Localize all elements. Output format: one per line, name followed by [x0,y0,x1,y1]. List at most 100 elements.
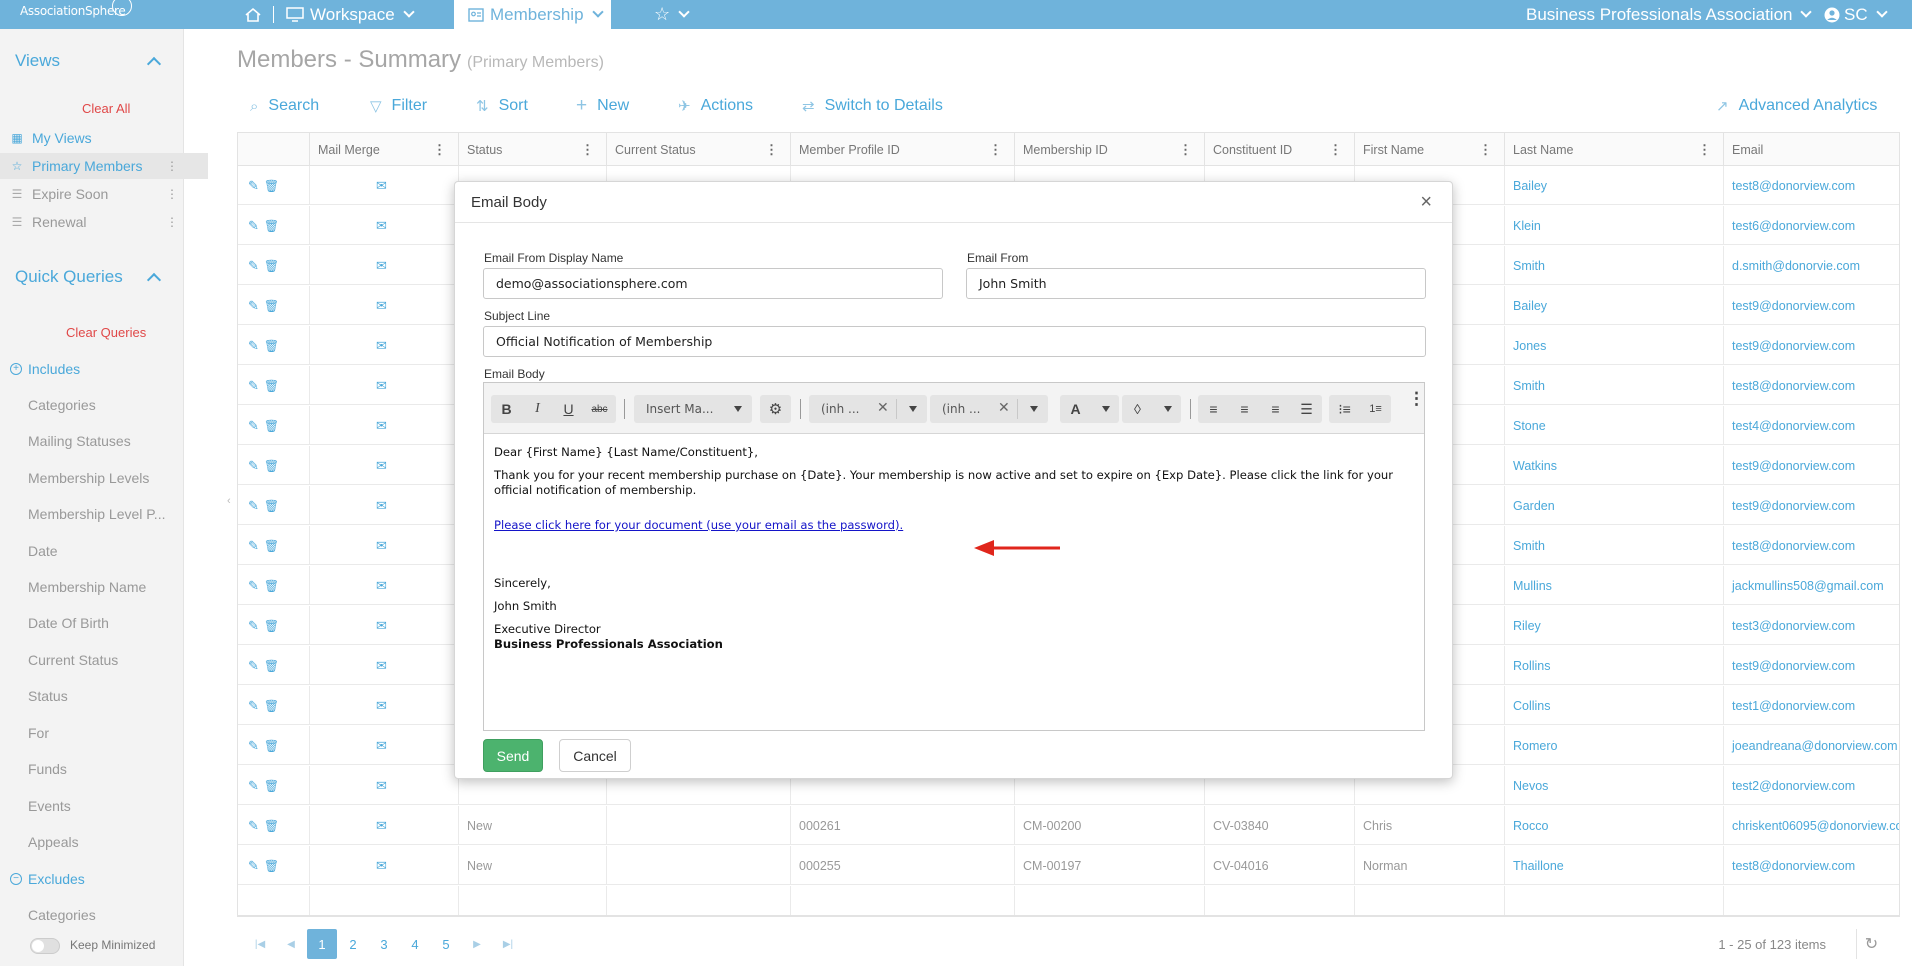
page-button-4[interactable]: 4 [400,929,430,959]
clear-icon[interactable]: ✕ [877,400,889,416]
edit-icon[interactable]: ✎ [248,738,259,754]
edit-icon[interactable]: ✎ [248,458,259,474]
cell-last[interactable]: Rollins [1513,659,1551,673]
cell-last[interactable]: Rocco [1513,819,1548,833]
cell-email[interactable]: test1@donorview.com [1732,699,1855,713]
display-name-input[interactable]: demo@associationsphere.com [483,268,943,299]
prev-page-button[interactable]: ◀ [276,929,306,959]
edit-icon[interactable]: ✎ [248,338,259,354]
cell-last[interactable]: Garden [1513,499,1555,513]
mail-icon[interactable]: ✉ [376,498,387,514]
mail-icon[interactable]: ✉ [376,578,387,594]
query-item[interactable]: Categories [28,907,96,923]
cell-last[interactable]: Watkins [1513,459,1557,473]
cell-email[interactable]: test9@donorview.com [1732,499,1855,513]
table-cell[interactable]: Watkins [1505,446,1724,485]
mail-icon[interactable]: ✉ [376,258,387,274]
refresh-icon[interactable]: ↻ [1856,929,1886,959]
font-size-dropdown[interactable]: (inh ... ✕ [930,395,1048,423]
table-cell[interactable]: jackmullins508@gmail.com [1724,566,1899,605]
query-item[interactable]: Funds [28,761,67,777]
query-item[interactable]: Events [28,798,71,814]
trash-icon[interactable]: 🗑 [264,219,279,233]
edit-icon[interactable]: ✎ [248,178,259,194]
kebab-icon[interactable]: ⋮ [989,142,1002,158]
trash-icon[interactable]: 🗑 [264,379,279,393]
cell-last[interactable]: Romero [1513,739,1557,753]
table-row[interactable]: ✎ 🗑 ✉ New 000261 CM-00200 CV-03840 Chris Rocco ch… [238,806,1899,845]
trash-icon[interactable]: 🗑 [264,659,279,673]
trash-icon[interactable]: 🗑 [264,259,279,273]
more-options-icon[interactable]: ⋮ [1408,389,1425,409]
favorites-menu[interactable]: ☆ [654,0,690,29]
table-cell[interactable]: Thaillone [1505,846,1724,885]
cell-last[interactable]: Bailey [1513,179,1547,193]
kebab-icon[interactable]: ⋮ [1329,142,1342,158]
kebab-icon[interactable]: ⋮ [166,159,178,173]
clear-all-link[interactable]: Clear All [82,101,130,116]
mail-icon[interactable]: ✉ [376,618,387,634]
cell-email[interactable]: test6@donorview.com [1732,219,1855,233]
table-cell[interactable]: test1@donorview.com [1724,686,1899,725]
page-button-3[interactable]: 3 [369,929,399,959]
page-button-5[interactable]: 5 [431,929,461,959]
table-cell[interactable]: Nevos [1505,766,1724,805]
workspace-menu[interactable]: Workspace [286,0,415,29]
keep-minimized-toggle[interactable] [30,938,60,954]
edit-icon[interactable]: ✎ [248,818,259,834]
kebab-icon[interactable]: ⋮ [1698,142,1711,158]
table-cell[interactable]: test8@donorview.com [1724,526,1899,565]
table-cell[interactable]: Riley [1505,606,1724,645]
table-cell[interactable]: Romero [1505,726,1724,765]
cell-email[interactable]: test9@donorview.com [1732,459,1855,473]
edit-icon[interactable]: ✎ [248,618,259,634]
kebab-icon[interactable]: ⋮ [1479,142,1492,158]
table-cell[interactable]: d.smith@donorvie.com [1724,246,1899,285]
table-cell[interactable]: Jones [1505,326,1724,365]
search-button[interactable]: ⌕ Search [250,95,319,117]
mail-icon[interactable]: ✉ [376,458,387,474]
background-color-button[interactable]: ◊ [1122,395,1181,423]
cell-email[interactable]: test9@donorview.com [1732,339,1855,353]
subject-line-input[interactable]: Official Notification of Membership [483,326,1426,357]
table-cell[interactable]: test8@donorview.com [1724,846,1899,885]
chevron-up-icon[interactable] [146,272,162,288]
cell-last[interactable]: Bailey [1513,299,1547,313]
kebab-icon[interactable]: ⋮ [1179,142,1192,158]
column-membership-id[interactable]: Membership ID ⋮ [1015,133,1205,166]
column-member-profile-id[interactable]: Member Profile ID ⋮ [791,133,1015,166]
table-cell[interactable]: Garden [1505,486,1724,525]
insert-merge-field-dropdown[interactable]: Insert Ma... [634,395,752,423]
cell-email[interactable]: test3@donorview.com [1732,619,1855,633]
table-cell[interactable]: Bailey [1505,286,1724,325]
membership-menu[interactable]: Membership [454,0,611,29]
table-cell[interactable]: Klein [1505,206,1724,245]
column-first-name[interactable]: First Name ⋮ [1355,133,1505,166]
table-cell[interactable]: test9@donorview.com [1724,646,1899,685]
table-cell[interactable]: test9@donorview.com [1724,286,1899,325]
mail-icon[interactable]: ✉ [376,418,387,434]
query-item[interactable]: For [28,725,49,741]
cell-last[interactable]: Jones [1513,339,1546,353]
organization-menu[interactable]: Business Professionals Association [1526,0,1813,29]
cell-email[interactable]: chriskent06095@donorview.com [1732,819,1899,833]
cell-last[interactable]: Smith [1513,379,1545,393]
views-heading[interactable]: Views [15,51,60,71]
chevron-up-icon[interactable] [146,56,162,72]
column-constituent-id[interactable]: Constituent ID ⋮ [1205,133,1355,166]
table-cell[interactable]: Smith [1505,246,1724,285]
cell-email[interactable]: test4@donorview.com [1732,419,1855,433]
cell-last[interactable]: Stone [1513,419,1546,433]
align-justify-icon[interactable]: ☰ [1291,395,1322,423]
mail-icon[interactable]: ✉ [376,818,387,834]
clear-queries-link[interactable]: Clear Queries [66,325,146,340]
table-cell[interactable]: joeandreana@donorview.com [1724,726,1899,765]
trash-icon[interactable]: 🗑 [264,699,279,713]
user-menu[interactable]: SC [1824,0,1888,29]
last-page-button[interactable]: ▶| [493,929,523,959]
bold-button[interactable]: B [491,395,522,423]
mail-icon[interactable]: ✉ [376,698,387,714]
collapse-sidebar-icon[interactable]: ‹ [227,495,231,507]
advanced-analytics-button[interactable]: ↗ Advanced Analytics [1716,95,1877,117]
query-item[interactable]: Mailing Statuses [28,433,131,449]
